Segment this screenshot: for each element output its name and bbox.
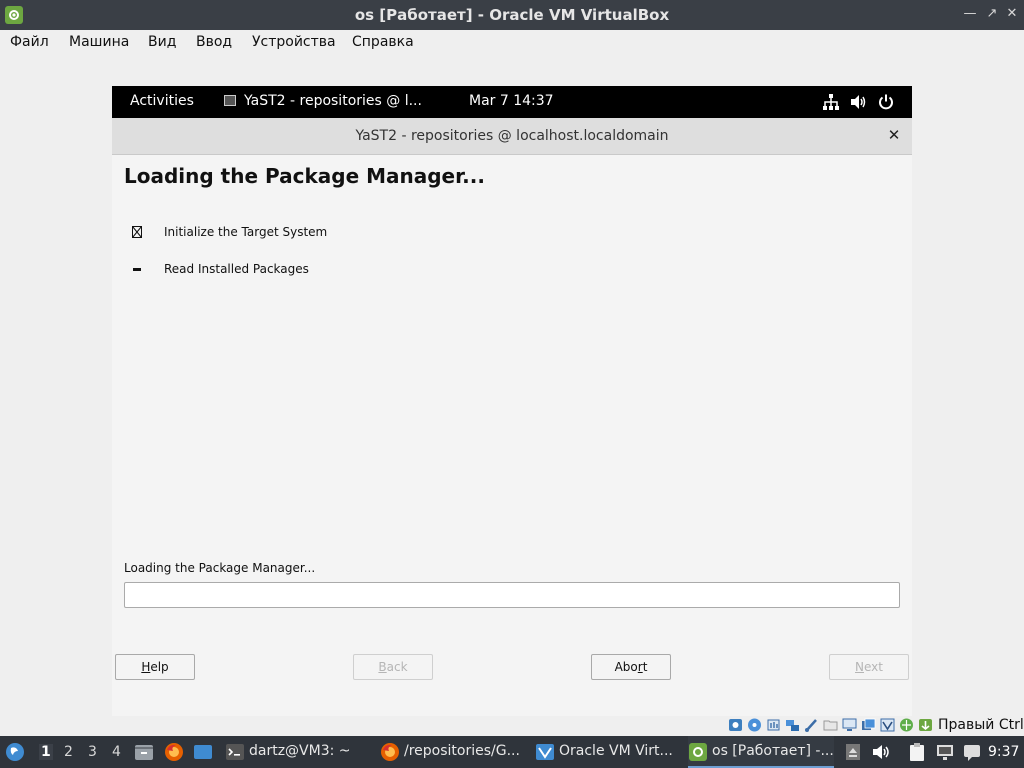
host-key-label: Правый Ctrl — [938, 717, 1024, 733]
eject-icon[interactable] — [843, 742, 863, 762]
hard-disk-icon[interactable] — [728, 717, 743, 733]
help-button[interactable]: Help — [115, 654, 195, 680]
abort-button-label-before: Abo — [614, 660, 638, 674]
volume-icon[interactable] — [871, 742, 891, 762]
network-icon[interactable] — [822, 93, 840, 111]
blue-app-icon[interactable] — [193, 742, 213, 762]
next-button[interactable]: Next — [829, 654, 909, 680]
menu-view[interactable]: Вид — [148, 34, 176, 50]
video-capture-icon[interactable] — [861, 717, 876, 733]
host-window-titlebar: os [Работает] - Oracle VM VirtualBox — ↗… — [0, 0, 1024, 30]
menu-file[interactable]: Файл — [10, 34, 49, 50]
checkbox-done-icon — [132, 226, 142, 238]
taskbar-clock[interactable]: 9:37 — [988, 744, 1019, 760]
task-firefox[interactable]: /repositories/G... — [380, 736, 530, 768]
back-button-label-after: ack — [386, 660, 408, 674]
firefox-icon — [381, 743, 399, 761]
yast-window: YaST2 - repositories @ localhost.localdo… — [112, 118, 912, 716]
task-virtualbox-manager[interactable]: Oracle VM Virt... — [535, 736, 683, 768]
abort-button-label-after: t — [642, 660, 648, 674]
task-label: os [Работает] -... — [712, 743, 834, 759]
yast-window-title: YaST2 - repositories @ localhost.localdo… — [355, 128, 669, 144]
app-menu-label: YaST2 - repositories @ l... — [244, 93, 422, 109]
optical-disk-icon[interactable] — [747, 717, 762, 733]
activities-button[interactable]: Activities — [130, 93, 194, 109]
clock[interactable]: Mar 7 14:37 — [469, 93, 554, 109]
virtualbox-vm-icon — [689, 743, 707, 761]
host-menubar: Файл Машина Вид Ввод Устройства Справка — [0, 30, 1024, 56]
clipboard-icon[interactable] — [907, 742, 927, 762]
vm-status-bar: Правый Ctrl — [0, 716, 1024, 736]
cpu-icon[interactable] — [899, 717, 914, 733]
close-window-button[interactable]: ✕ — [1002, 4, 1022, 24]
start-menu-icon[interactable] — [5, 742, 25, 762]
mouse-integration-icon[interactable] — [918, 717, 933, 733]
usb-icon[interactable] — [804, 717, 819, 733]
menu-machine[interactable]: Машина — [69, 34, 129, 50]
help-button-shortcut: H — [141, 660, 151, 674]
file-manager-icon[interactable] — [134, 742, 154, 762]
task-terminal[interactable]: dartz@VM3: ~ — [225, 736, 375, 768]
yast-titlebar: YaST2 - repositories @ localhost.localdo… — [112, 118, 912, 155]
minimize-button[interactable]: — — [960, 4, 980, 24]
workspace-2[interactable]: 2 — [64, 744, 73, 760]
task-label: /repositories/G... — [404, 743, 520, 759]
app-menu[interactable]: YaST2 - repositories @ l... — [224, 93, 422, 109]
task-label: dartz@VM3: ~ — [249, 743, 351, 759]
host-window-title: os [Работает] - Oracle VM VirtualBox — [354, 6, 670, 24]
abort-button[interactable]: Abort — [591, 654, 671, 680]
back-button[interactable]: Back — [353, 654, 433, 680]
page-title: Loading the Package Manager... — [124, 164, 485, 188]
progress-label: Loading the Package Manager... — [124, 561, 316, 575]
next-button-shortcut: N — [855, 660, 864, 674]
virtualization-icon[interactable] — [880, 717, 895, 733]
firefox-icon[interactable] — [164, 742, 184, 762]
network-adapter-icon[interactable] — [785, 717, 800, 733]
step-label: Read Installed Packages — [164, 262, 309, 276]
workspace-3[interactable]: 3 — [88, 744, 97, 760]
progress-bar — [124, 582, 900, 608]
volume-icon[interactable] — [849, 93, 867, 111]
gnome-top-bar: Activities YaST2 - repositories @ l... M… — [112, 86, 912, 118]
menu-help[interactable]: Справка — [352, 34, 414, 50]
virtualbox-icon — [536, 744, 554, 760]
notification-icon[interactable] — [962, 742, 982, 762]
yast-window-icon — [224, 95, 236, 106]
next-button-label-after: ext — [864, 660, 883, 674]
step-label: Initialize the Target System — [164, 225, 328, 239]
menu-input[interactable]: Ввод — [196, 34, 232, 50]
shared-folder-icon[interactable] — [823, 717, 838, 733]
yast-close-button[interactable]: ✕ — [886, 127, 902, 143]
workspace-1[interactable]: 1 — [39, 744, 53, 760]
task-label: Oracle VM Virt... — [559, 743, 673, 759]
host-taskbar: 1 2 3 4 dartz@VM3: ~ /repositories/G... … — [0, 736, 1024, 768]
display-icon[interactable] — [842, 717, 857, 733]
task-virtualbox-vm[interactable]: os [Работает] -... — [688, 736, 834, 768]
current-step-icon — [133, 268, 141, 271]
menu-devices[interactable]: Устройства — [252, 34, 336, 50]
help-button-label-after: elp — [150, 660, 169, 674]
audio-icon[interactable] — [766, 717, 781, 733]
restore-button[interactable]: ↗ — [982, 4, 1002, 24]
workspace-4[interactable]: 4 — [112, 744, 121, 760]
power-icon[interactable] — [877, 93, 895, 111]
back-button-shortcut: B — [378, 660, 387, 674]
terminal-icon — [226, 744, 244, 760]
network-icon[interactable] — [935, 742, 955, 762]
